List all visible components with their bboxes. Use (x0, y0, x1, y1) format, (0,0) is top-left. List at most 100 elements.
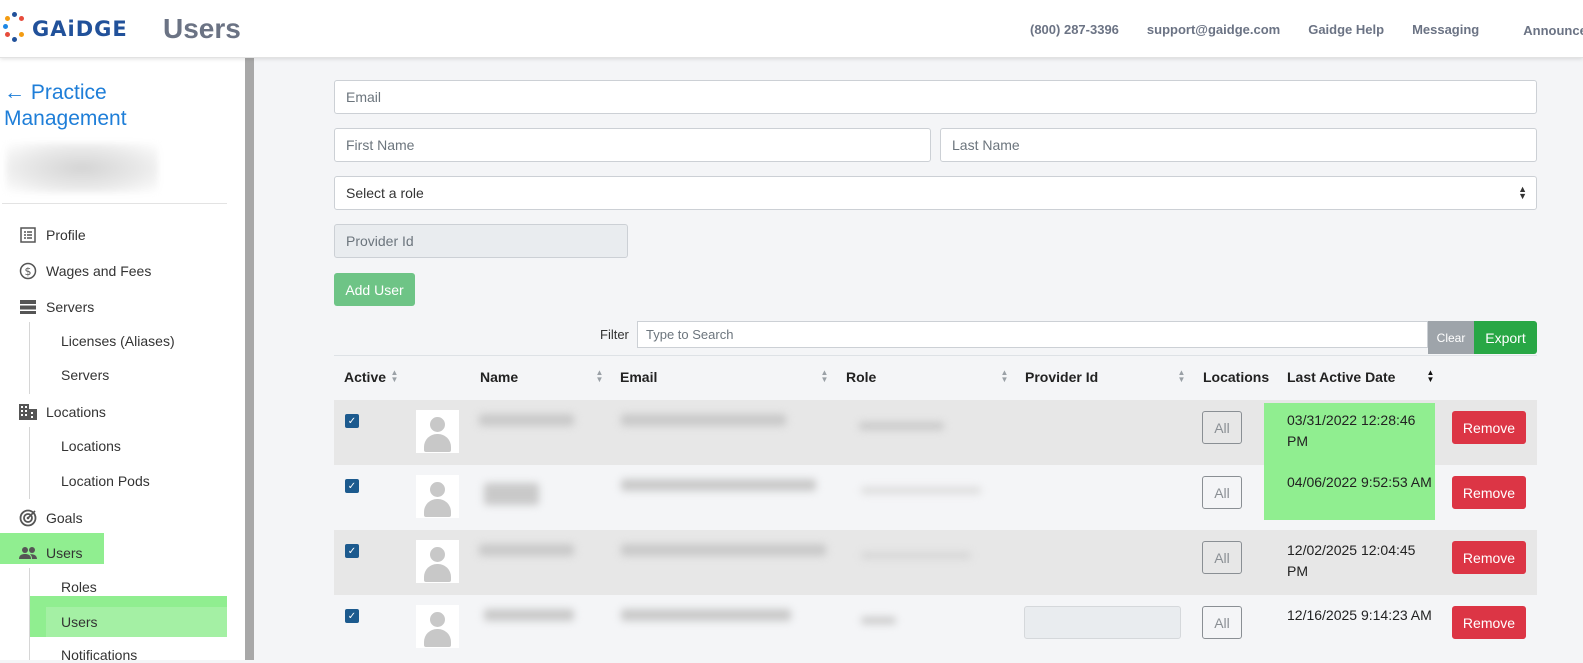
announcements-link[interactable]: Announcer (1523, 23, 1583, 38)
remove-button[interactable]: Remove (1452, 476, 1526, 509)
last-name-field[interactable]: Last Name (940, 128, 1537, 162)
filter-placeholder: Type to Search (646, 327, 734, 342)
add-user-button[interactable]: Add User (334, 273, 415, 306)
building-icon (18, 402, 38, 422)
sort-role-icon[interactable]: ▲ ▼ (1000, 369, 1009, 384)
sidebar-item-wages-and-fees[interactable]: $ Wages and Fees (18, 261, 151, 281)
page-title: Users (163, 13, 241, 44)
table-row: ✓ All 12/16/2025 9:14:23 AM Remove (334, 595, 1537, 660)
sort-last-active-icon[interactable]: ▲ ▼ (1426, 369, 1435, 384)
provider-id-field[interactable]: Provider Id (334, 224, 628, 258)
header-links: (800) 287-3396 support@gaidge.com Gaidge… (1030, 22, 1583, 38)
sidebar-subitem-roles[interactable]: Roles (61, 579, 97, 595)
sidebar-item-locations[interactable]: Locations (18, 402, 106, 422)
sort-name-icon[interactable]: ▲ ▼ (595, 369, 604, 384)
target-icon (18, 508, 38, 528)
sidebar-item-label: Wages and Fees (46, 263, 152, 279)
sidebar-subitem-servers[interactable]: Servers (61, 367, 109, 383)
remove-button[interactable]: Remove (1452, 541, 1526, 574)
column-header-last-active[interactable]: Last Active Date (1287, 369, 1395, 385)
clear-filter-button[interactable]: Clear (1428, 321, 1474, 354)
active-checkbox[interactable]: ✓ (345, 544, 359, 558)
list-icon (18, 225, 38, 245)
sidebar-subitem-users[interactable]: Users (61, 614, 98, 630)
back-practice-management-link[interactable]: ← Practice Management (4, 80, 204, 132)
sidebar-item-label: Users (46, 545, 83, 561)
avatar (416, 605, 459, 648)
column-header-name[interactable]: Name (480, 369, 518, 385)
last-active-date: 04/06/2022 9:52:53 AM (1264, 465, 1435, 520)
blurred-role (861, 552, 971, 559)
sidebar-subitem-licenses[interactable]: Licenses (Aliases) (61, 333, 175, 349)
last-active-date: 03/31/2022 12:28:46 PM (1264, 403, 1435, 465)
blurred-name (484, 483, 539, 505)
sidebar-subitem-notifications[interactable]: Notifications (61, 647, 137, 663)
top-header: GAiDGE Users (800) 287-3396 support@gaid… (0, 0, 1583, 58)
users-group-icon (18, 543, 38, 563)
active-checkbox[interactable]: ✓ (345, 414, 359, 428)
last-active-date: 12/16/2025 9:14:23 AM (1287, 607, 1432, 623)
sidebar-divider (2, 203, 227, 204)
filter-label: Filter (600, 327, 629, 342)
sidebar-item-users[interactable]: Users (18, 543, 83, 563)
locations-all-button[interactable]: All (1202, 606, 1242, 639)
remove-button[interactable]: Remove (1452, 411, 1526, 444)
svg-text:$: $ (25, 265, 32, 278)
avatar (416, 475, 459, 518)
sidebar-item-label: Profile (46, 227, 86, 243)
blurred-role (861, 617, 896, 624)
blurred-name (484, 609, 574, 621)
provider-id-placeholder: Provider Id (346, 233, 414, 249)
tree-line-servers (29, 322, 30, 394)
sort-provider-icon[interactable]: ▲ ▼ (1177, 369, 1186, 384)
avatar (416, 410, 459, 453)
column-header-role[interactable]: Role (846, 369, 876, 385)
support-email-link[interactable]: support@gaidge.com (1147, 22, 1280, 37)
logo-dots-icon (2, 12, 28, 46)
filter-search-input[interactable]: Type to Search (637, 321, 1428, 348)
export-button[interactable]: Export (1474, 321, 1537, 354)
locations-all-button[interactable]: All (1202, 411, 1242, 444)
blurred-name (479, 414, 574, 426)
first-name-placeholder: First Name (346, 137, 415, 153)
sidebar-subitem-locations[interactable]: Locations (61, 438, 121, 454)
locations-all-button[interactable]: All (1202, 476, 1242, 509)
table-row: ✓ All 04/06/2022 9:52:53 AM Remove (334, 465, 1537, 530)
last-active-date: 12/02/2025 12:04:45 PM (1287, 542, 1416, 579)
gaidge-help-link[interactable]: Gaidge Help (1308, 22, 1384, 37)
select-updown-icon: ▲ ▼ (1518, 184, 1527, 201)
first-name-field[interactable]: First Name (334, 128, 931, 162)
tree-line-locations (29, 427, 30, 499)
column-header-provider-id[interactable]: Provider Id (1025, 369, 1098, 385)
role-select-value: Select a role (346, 185, 424, 201)
active-checkbox[interactable]: ✓ (345, 609, 359, 623)
remove-button[interactable]: Remove (1452, 606, 1526, 639)
sidebar-scrollbar[interactable] (245, 58, 254, 660)
last-name-placeholder: Last Name (952, 137, 1020, 153)
sort-active-icon[interactable]: ▲ ▼ (390, 369, 399, 384)
sidebar-item-label: Locations (46, 404, 106, 420)
column-header-active[interactable]: Active (344, 369, 386, 385)
blurred-role (859, 422, 944, 430)
locations-all-button[interactable]: All (1202, 541, 1242, 574)
messaging-link[interactable]: Messaging (1412, 22, 1479, 37)
sidebar-item-goals[interactable]: Goals (18, 508, 83, 528)
role-select[interactable]: Select a role ▲ ▼ (334, 176, 1537, 210)
column-header-email[interactable]: Email (620, 369, 657, 385)
blurred-email (621, 609, 791, 621)
provider-id-input[interactable] (1024, 606, 1181, 639)
sort-email-icon[interactable]: ▲ ▼ (820, 369, 829, 384)
sidebar-subitem-location-pods[interactable]: Location Pods (61, 473, 150, 489)
back-link-label: ← Practice Management (4, 81, 127, 130)
avatar (416, 540, 459, 583)
sidebar-item-servers[interactable]: Servers (18, 297, 94, 317)
active-checkbox[interactable]: ✓ (345, 479, 359, 493)
email-field[interactable]: Email (334, 80, 1537, 114)
column-header-locations: Locations (1203, 369, 1270, 385)
server-stack-icon (18, 297, 38, 317)
phone-link[interactable]: (800) 287-3396 (1030, 22, 1119, 37)
blurred-email (621, 479, 816, 491)
sidebar-item-profile[interactable]: Profile (18, 225, 86, 245)
gaidge-logo[interactable]: GAiDGE (2, 12, 128, 46)
blurred-role (861, 487, 981, 494)
